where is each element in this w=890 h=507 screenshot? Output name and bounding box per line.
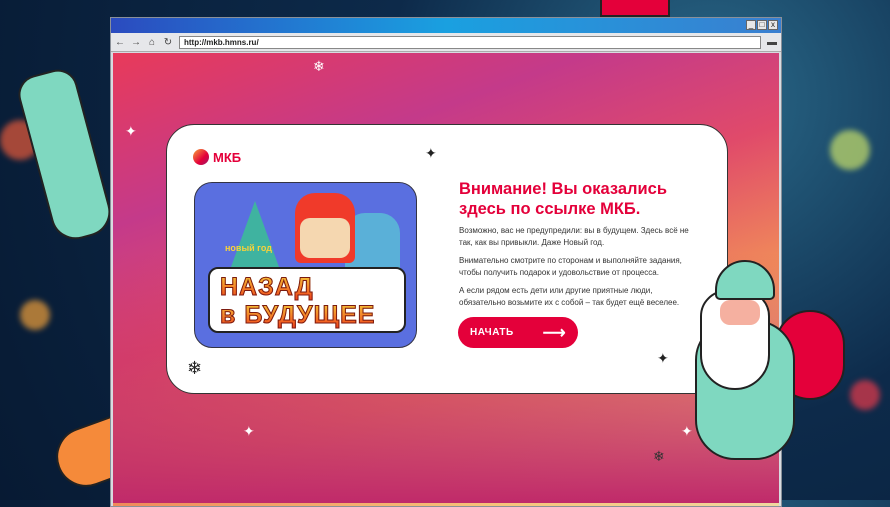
banner-title-line2: в БУДУЩЕЕ [220,301,394,330]
page-heading: Внимание! Вы оказались здесь по ссылке М… [459,180,667,218]
sparkle-icon: ✦ [425,145,437,161]
paragraph: Внимательно смотрите по сторонам и выпол… [459,256,682,277]
welcome-card: МКБ ✦ ❄ ✦ новый год НАЗАД в БУДУЩЕЕ Вним… [166,124,728,394]
maximize-button[interactable]: □ [757,20,767,30]
snowflake-icon: ❄ [653,448,665,464]
home-icon[interactable]: ⌂ [147,37,157,48]
back-to-future-banner: новый год НАЗАД в БУДУЩЕЕ [194,182,417,348]
logo-text: МКБ [213,149,242,165]
paragraph: Возможно, вас не предупредили: вы в буду… [459,226,689,247]
boy-face [300,218,350,258]
snowflake-icon: ❄ [313,58,325,74]
tree-text: новый год [225,243,272,253]
title-bar: _ □ x [111,18,781,33]
start-button-label: НАЧАТЬ [470,327,514,338]
gift-box-decoration [600,0,670,17]
mkb-logo: МКБ [193,149,241,165]
paragraph: А если рядом есть дети или другие приятн… [459,286,680,307]
browser-window: _ □ x ← → ⌂ ↻ http://mkb.hmns.ru/ ▬ ✦ ❄ … [110,17,782,507]
banner-title-line1: НАЗАД [220,273,394,302]
reload-icon[interactable]: ↻ [163,37,173,48]
browser-toolbar: ← → ⌂ ↻ http://mkb.hmns.ru/ ▬ [111,33,781,52]
folder-icon[interactable]: ▬ [767,37,777,48]
forward-icon[interactable]: → [131,37,141,48]
address-bar[interactable]: http://mkb.hmns.ru/ [179,35,761,49]
close-button[interactable]: x [768,20,778,30]
santa-illustration [685,260,845,470]
sparkle-icon: ✦ [243,423,255,439]
minimize-button[interactable]: _ [746,20,756,30]
sparkle-icon: ✦ [125,123,137,139]
banner-title-plate: НАЗАД в БУДУЩЕЕ [208,267,406,333]
logo-mark-icon [193,149,209,165]
snowflake-icon: ❄ [187,358,203,378]
arrow-right-icon: ⟶ [542,324,566,342]
sparkle-icon: ✦ [657,350,669,366]
start-button[interactable]: НАЧАТЬ ⟶ [458,317,578,348]
page-content: ✦ ❄ ✦ ❄ ✦ МКБ ✦ ❄ ✦ новый год НАЗАД в БУ… [113,53,779,506]
back-icon[interactable]: ← [115,37,125,48]
intro-text: Возможно, вас не предупредили: вы в буду… [459,225,689,315]
